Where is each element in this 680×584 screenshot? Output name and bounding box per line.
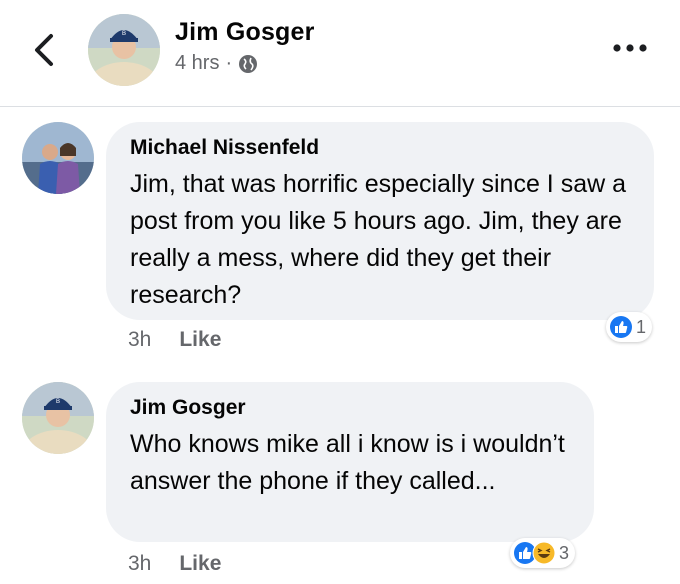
comment-time[interactable]: 3h bbox=[128, 552, 151, 576]
author-avatar[interactable]: B bbox=[88, 14, 160, 86]
svg-text:B: B bbox=[56, 399, 60, 405]
commenter-avatar[interactable] bbox=[22, 122, 94, 194]
like-button[interactable]: Like bbox=[179, 552, 221, 576]
comment-author[interactable]: Michael Nissenfeld bbox=[130, 136, 630, 160]
reaction-summary[interactable]: 3 bbox=[510, 538, 576, 568]
comment-text: Jim, that was horrific especially since … bbox=[130, 170, 627, 309]
more-options-button[interactable] bbox=[610, 36, 650, 60]
author-name[interactable]: Jim Gosger bbox=[175, 18, 315, 47]
back-button[interactable] bbox=[26, 30, 62, 70]
comment-text: Who knows mike all i know is i wouldn’t … bbox=[130, 430, 565, 495]
commenter-avatar[interactable]: B bbox=[22, 382, 94, 454]
comment-bubble: Michael Nissenfeld Jim, that was horrifi… bbox=[106, 122, 654, 320]
comment-bubble: Jim Gosger Who knows mike all i know is … bbox=[106, 382, 594, 542]
comment-time[interactable]: 3h bbox=[128, 328, 151, 352]
post-comments-screen: B Jim Gosger 4 hrs · Michael Nissenfeld … bbox=[0, 0, 680, 584]
post-meta: 4 hrs · bbox=[175, 52, 258, 75]
comment-actions: 3h Like bbox=[128, 552, 221, 576]
comment-actions: 3h Like bbox=[128, 328, 221, 352]
more-dots-icon bbox=[613, 44, 647, 52]
comment-author[interactable]: Jim Gosger bbox=[130, 396, 570, 420]
haha-reaction-icon bbox=[532, 541, 556, 565]
post-header: B Jim Gosger 4 hrs · bbox=[0, 0, 680, 107]
globe-icon bbox=[239, 54, 258, 73]
like-reaction-icon bbox=[610, 316, 632, 338]
svg-text:B: B bbox=[122, 31, 126, 37]
reaction-summary[interactable]: 1 bbox=[606, 312, 653, 342]
post-time[interactable]: 4 hrs bbox=[175, 52, 219, 75]
meta-separator: · bbox=[225, 52, 233, 74]
chevron-left-icon bbox=[35, 34, 53, 66]
reaction-count: 3 bbox=[559, 542, 570, 563]
like-button[interactable]: Like bbox=[179, 328, 221, 352]
reaction-count: 1 bbox=[636, 316, 647, 337]
